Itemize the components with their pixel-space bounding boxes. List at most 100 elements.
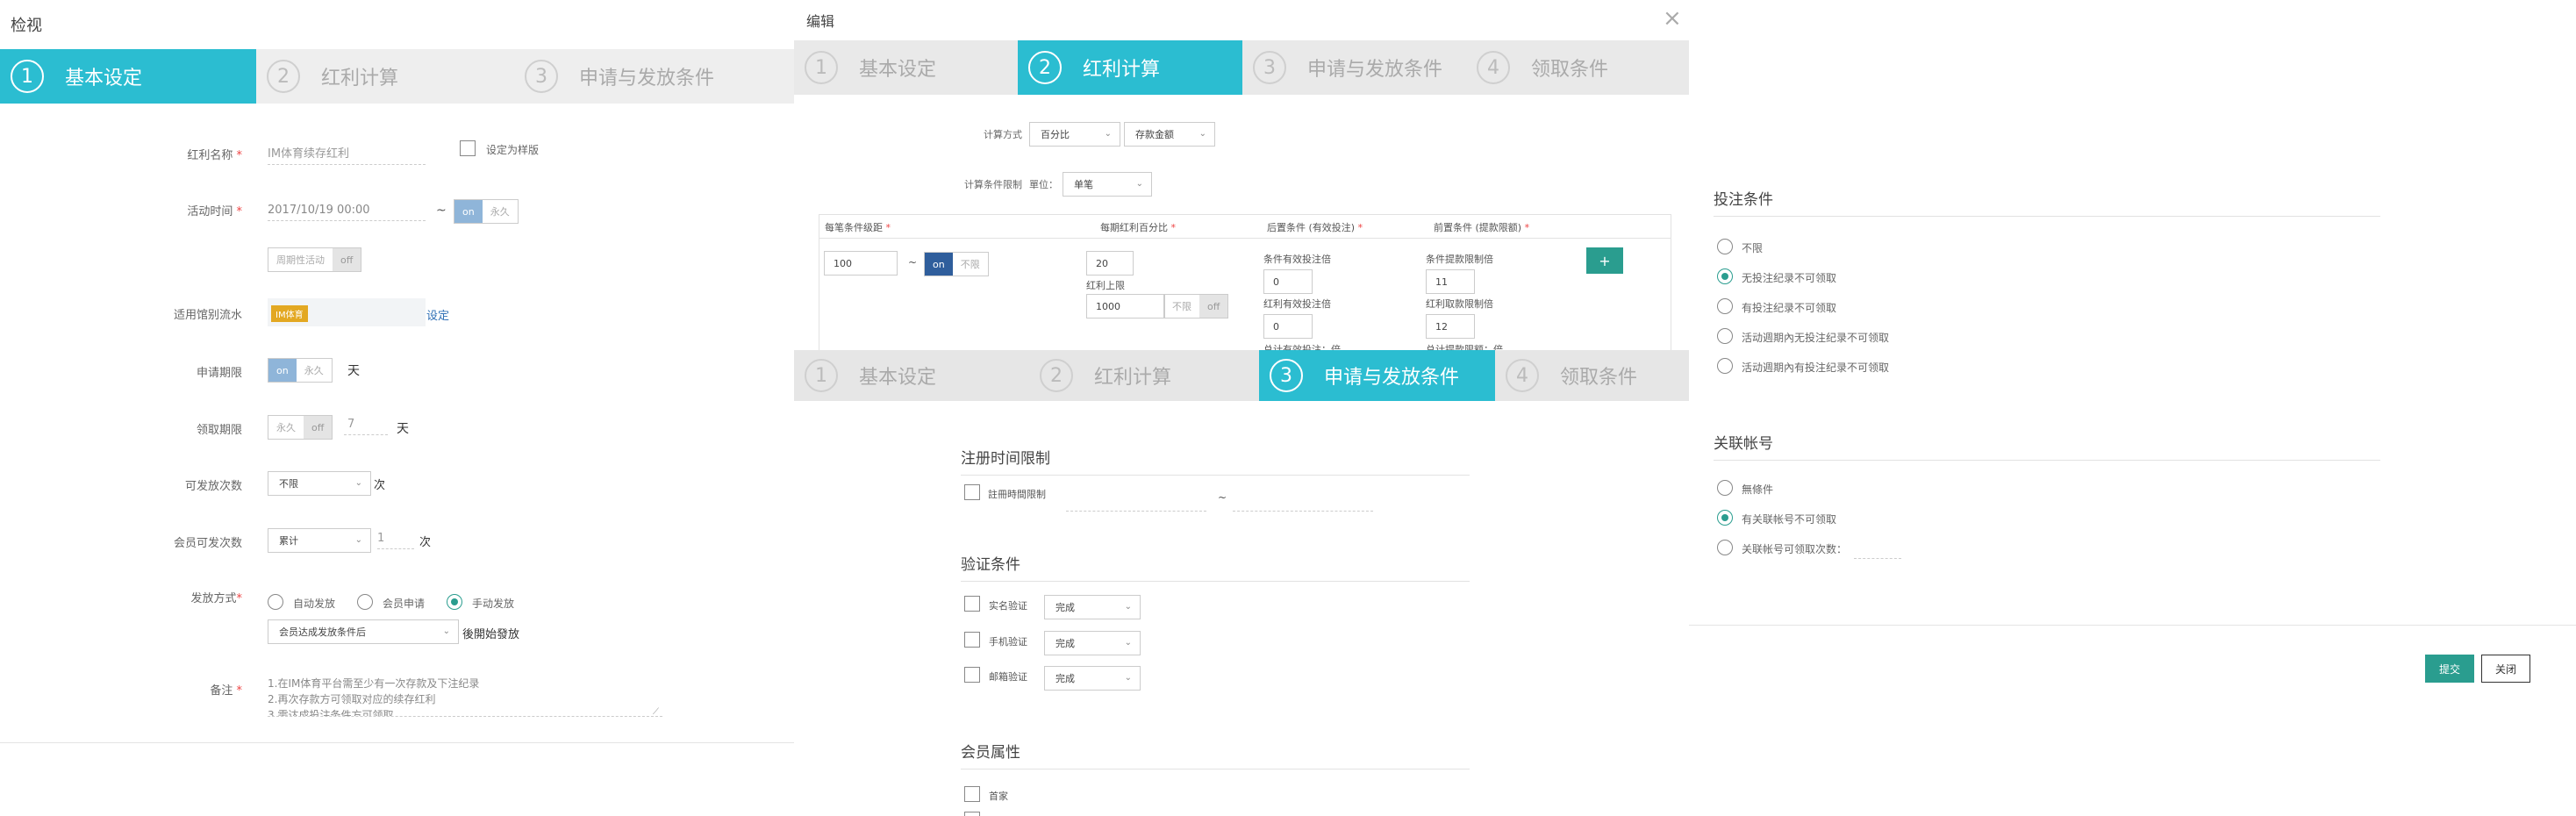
calc-method-select[interactable]: 百分比 ⌄ <box>1029 122 1120 147</box>
activity-time-label: 活动时间 * <box>187 205 242 218</box>
range-from-input[interactable]: 100 <box>824 251 898 276</box>
apply-step-tabs: 1 基本设定 2 红利计算 3 申请与发放条件 4 领取条件 <box>794 350 1689 401</box>
registration-section-title: 注册时间限制 <box>961 446 1470 476</box>
set-template-checkbox[interactable] <box>460 140 476 156</box>
bonus-withdraw-input[interactable]: 12 <box>1426 314 1475 339</box>
chevron-down-icon: ⌄ <box>354 535 362 545</box>
email-verify-checkbox[interactable] <box>964 667 980 683</box>
radio-label: 活动週期內无投注纪录不可领取 <box>1742 332 1890 344</box>
tab-bonus-calculation[interactable]: 2 红利计算 <box>1029 350 1259 401</box>
step-number: 1 <box>805 359 838 392</box>
tab-label: 申请与发放条件 <box>1307 59 1443 81</box>
bonus-cap-toggle[interactable]: 不限 off <box>1163 294 1229 319</box>
times-select[interactable]: 不限 ⌄ <box>268 471 371 496</box>
step-number: 4 <box>1477 51 1510 84</box>
linked-option-count[interactable] <box>1717 540 1733 555</box>
registration-limit-label: 註冊時間限制 <box>988 489 1046 500</box>
toggle-permanent: 永久 <box>276 422 296 433</box>
tab-label: 申请与发放条件 <box>1324 367 1460 389</box>
times-label: 可发放次数 <box>184 480 242 493</box>
phone-verify-checkbox[interactable] <box>964 632 980 648</box>
tab-bonus-calculation[interactable]: 2 红利计算 <box>256 49 514 104</box>
periodic-activity-toggle[interactable]: 周期性活动 off <box>268 247 362 272</box>
unit-value: 单笔 <box>1074 179 1093 190</box>
trigger-value: 会员达成发放条件后 <box>279 626 366 638</box>
unit-select[interactable]: 单笔 ⌄ <box>1063 172 1152 197</box>
bonus-bet-input[interactable]: 0 <box>1263 314 1313 339</box>
tab-apply-conditions[interactable]: 3 申请与发放条件 <box>1242 40 1466 95</box>
linked-account-section-title: 关联帐号 <box>1714 431 2380 461</box>
range-to-toggle[interactable]: on 不限 <box>924 252 989 276</box>
chevron-down-icon: ⌄ <box>1104 129 1112 139</box>
claim-period-toggle[interactable]: 永久 off <box>268 415 333 440</box>
calc-base-select[interactable]: 存款金额 ⌄ <box>1124 122 1215 147</box>
registration-limit-checkbox[interactable] <box>964 484 980 500</box>
tab-basic-settings[interactable]: 1 基本设定 <box>0 49 256 104</box>
verify-label: 实名验证 <box>989 600 1027 612</box>
chevron-down-icon: ⌄ <box>1124 638 1132 648</box>
tab-claim-conditions[interactable]: 4 领取条件 <box>1495 350 1689 401</box>
activity-end-toggle[interactable]: on 永久 <box>454 199 519 224</box>
radio-label: 有关联帐号不可领取 <box>1742 513 1837 526</box>
member-times-input[interactable]: 1 <box>377 529 414 549</box>
member-attr-checkbox[interactable] <box>964 812 980 816</box>
chevron-down-icon: ⌄ <box>1124 602 1132 612</box>
step-number: 1 <box>805 51 838 84</box>
claim-days-input[interactable]: 7 <box>344 415 388 435</box>
close-icon[interactable]: × <box>1663 5 1682 32</box>
member-times-label: 会员可发次数 <box>173 537 242 550</box>
bonus-cap-label: 红利上限 <box>1086 280 1125 291</box>
linked-option-none[interactable] <box>1717 480 1733 496</box>
real-name-verify-select[interactable]: 完成 ⌄ <box>1044 595 1141 619</box>
radio-label: 無條件 <box>1742 483 1774 496</box>
email-verify-select[interactable]: 完成 ⌄ <box>1044 666 1141 691</box>
tab-apply-conditions[interactable]: 3 申请与发放条件 <box>514 49 794 104</box>
radio-manual-distribute[interactable] <box>447 594 462 610</box>
bet-option-period-has-record[interactable] <box>1717 358 1733 374</box>
bet-option-has-record-ineligible[interactable] <box>1717 298 1733 314</box>
member-times-select[interactable]: 累计 ⌄ <box>268 528 371 553</box>
linked-count-input[interactable] <box>1854 539 1901 559</box>
tab-apply-conditions[interactable]: 3 申请与发放条件 <box>1259 350 1495 401</box>
remark-textarea[interactable]: 1.在IM体育平台需至少有一次存款及下注纪录 2.再次存款方可领取对应的续存红利… <box>268 676 662 717</box>
radio-member-apply[interactable] <box>357 594 373 610</box>
submit-button[interactable]: 提交 <box>2425 655 2474 683</box>
trigger-select[interactable]: 会员达成发放条件后 ⌄ <box>268 619 459 644</box>
edit-panel: 编辑 × 1 基本设定 2 红利计算 3 申请与发放条件 4 领取条件 计算方式… <box>794 0 1689 816</box>
add-tier-button[interactable]: + <box>1586 247 1623 274</box>
edit-step-tabs: 1 基本设定 2 红利计算 3 申请与发放条件 4 领取条件 <box>794 40 1689 95</box>
tab-label: 领取条件 <box>1531 59 1609 81</box>
edit-panel-title: 编辑 <box>806 13 835 30</box>
percent-input[interactable]: 20 <box>1086 251 1134 276</box>
real-name-verify-checkbox[interactable] <box>964 596 980 612</box>
bet-option-unlimited[interactable] <box>1717 239 1733 254</box>
registration-start-input[interactable] <box>1066 491 1206 512</box>
verify-section-title: 验证条件 <box>961 552 1470 582</box>
verify-label: 邮箱验证 <box>989 671 1027 683</box>
remark-line: 1.在IM体育平台需至少有一次存款及下注纪录 <box>268 677 480 690</box>
bet-option-no-record-ineligible[interactable] <box>1717 268 1733 284</box>
radio-auto-distribute[interactable] <box>268 594 283 610</box>
resize-handle-icon[interactable]: ⟋ <box>653 707 659 717</box>
bonus-cap-input[interactable]: 1000 <box>1086 294 1165 319</box>
activity-start-input[interactable]: 2017/10/19 00:00 <box>268 201 426 221</box>
tab-basic-settings[interactable]: 1 基本设定 <box>794 350 1029 401</box>
times-unit: 次 <box>374 479 386 492</box>
bonus-name-input[interactable]: IM体育续存红利 <box>268 145 426 165</box>
linked-option-ineligible[interactable] <box>1717 510 1733 526</box>
registration-end-input[interactable] <box>1233 491 1373 512</box>
verify-label: 手机验证 <box>989 636 1027 648</box>
phone-verify-select[interactable]: 完成 ⌄ <box>1044 631 1141 655</box>
tab-bonus-calculation[interactable]: 2 红利计算 <box>1018 40 1242 95</box>
platform-settings-link[interactable]: 设定 <box>426 306 449 323</box>
first-deposit-checkbox[interactable] <box>964 786 980 802</box>
tab-claim-conditions[interactable]: 4 领取条件 <box>1466 40 1689 95</box>
close-button[interactable]: 关闭 <box>2481 655 2530 683</box>
bet-option-period-no-record[interactable] <box>1717 328 1733 344</box>
apply-period-toggle[interactable]: on 永久 <box>268 358 333 383</box>
bet-multiple-input[interactable]: 0 <box>1263 269 1313 294</box>
tab-label: 红利计算 <box>321 68 399 89</box>
withdraw-multiple-input[interactable]: 11 <box>1426 269 1475 294</box>
tab-basic-settings[interactable]: 1 基本设定 <box>794 40 1018 95</box>
day-unit: 天 <box>397 422 409 436</box>
